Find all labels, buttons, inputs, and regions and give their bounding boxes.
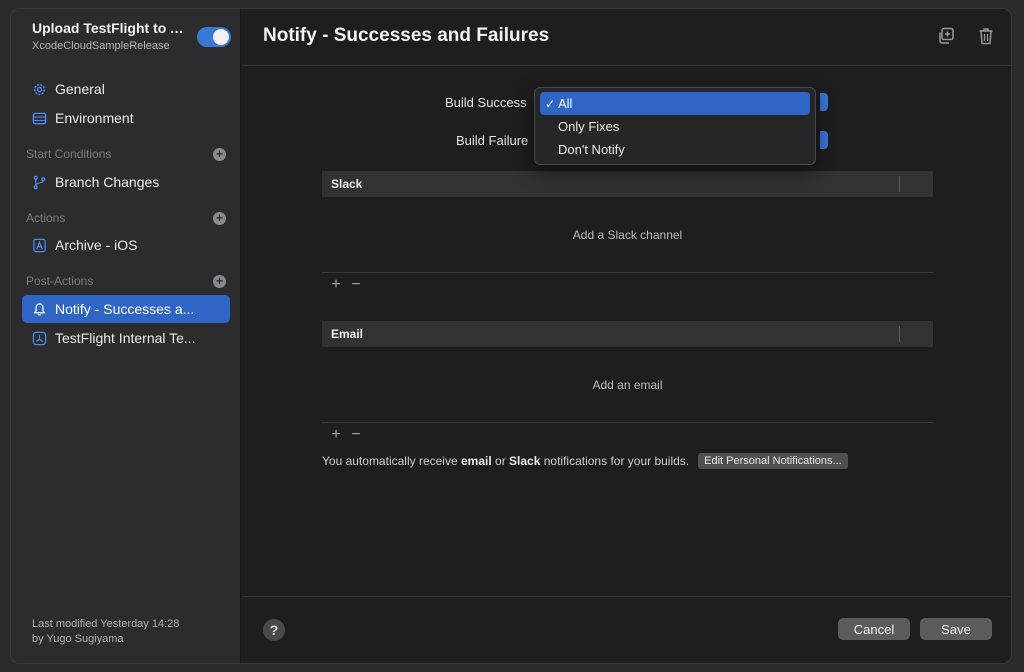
sidebar-item-label: Environment: [55, 110, 134, 126]
content-header: Notify - Successes and Failures: [242, 9, 1011, 66]
trash-icon[interactable]: [976, 26, 998, 48]
last-modified-info: Last modified Yesterday 14:28 by Yugo Su…: [32, 617, 179, 647]
email-panel-header: Email: [322, 321, 933, 347]
section-start-conditions: Start Conditions +: [26, 145, 226, 163]
content-footer: ? Cancel Save: [242, 596, 1011, 663]
workflow-title: Upload TestFlight to A...: [32, 20, 184, 36]
add-email-button[interactable]: +: [330, 426, 342, 444]
slack-empty-state: Add a Slack channel: [322, 197, 933, 273]
column-divider: [899, 176, 900, 192]
email-panel: Email Add an email + −: [322, 321, 933, 444]
add-post-action-button[interactable]: +: [213, 274, 226, 288]
section-title: Start Conditions: [26, 147, 112, 161]
email-empty-state: Add an email: [322, 347, 933, 423]
section-title: Actions: [26, 211, 66, 225]
menu-item-label: Don't Notify: [558, 142, 625, 157]
save-button[interactable]: Save: [920, 618, 992, 640]
environment-icon: [31, 110, 47, 126]
menu-item-all[interactable]: ✓ All: [540, 92, 810, 115]
toggle-knob: [213, 29, 229, 45]
add-start-condition-button[interactable]: +: [213, 147, 226, 161]
footnote-or: or: [495, 454, 506, 468]
edit-personal-notifications-button[interactable]: Edit Personal Notifications...: [698, 453, 848, 469]
slack-header-label: Slack: [331, 177, 363, 191]
section-actions: Actions +: [26, 209, 226, 227]
sidebar-item-label: General: [55, 81, 105, 97]
build-success-popup-edge[interactable]: [820, 93, 828, 111]
checkmark-icon: ✓: [545, 96, 556, 111]
remove-slack-button[interactable]: −: [350, 276, 362, 294]
help-button[interactable]: ?: [263, 619, 285, 641]
sidebar: Upload TestFlight to A... XcodeCloudSamp…: [11, 9, 241, 663]
slack-add-remove: + −: [322, 276, 933, 294]
sidebar-item-general[interactable]: General: [22, 75, 230, 103]
notification-footnote: You automatically receive email or Slack…: [322, 453, 848, 469]
workflow-enabled-toggle[interactable]: [197, 27, 231, 47]
section-post-actions: Post-Actions +: [26, 272, 226, 290]
bell-icon: [31, 301, 47, 317]
sidebar-item-label: Archive - iOS: [55, 237, 138, 253]
page-title: Notify - Successes and Failures: [263, 25, 550, 46]
footnote-part2: notifications for your builds.: [543, 454, 690, 468]
section-title: Post-Actions: [26, 274, 94, 288]
sidebar-item-label: TestFlight Internal Te...: [55, 330, 196, 346]
build-failure-label: Build Failure: [456, 133, 529, 148]
email-add-remove: + −: [322, 426, 933, 444]
cancel-button[interactable]: Cancel: [838, 618, 910, 640]
testflight-icon: [31, 330, 47, 346]
workflow-editor-window: Upload TestFlight to A... XcodeCloudSamp…: [10, 8, 1012, 664]
menu-item-only-fixes[interactable]: Only Fixes: [540, 115, 810, 138]
menu-item-dont-notify[interactable]: Don't Notify: [540, 138, 810, 161]
sidebar-item-label: Branch Changes: [55, 174, 160, 190]
sidebar-item-testflight[interactable]: TestFlight Internal Te...: [22, 324, 230, 352]
last-modified-author: by Yugo Sugiyama: [32, 633, 124, 645]
sidebar-item-archive-ios[interactable]: Archive - iOS: [22, 231, 230, 259]
archive-icon: [31, 237, 47, 253]
menu-item-label: Only Fixes: [558, 119, 620, 134]
gear-icon: [31, 81, 47, 97]
build-success-label: Build Success: [445, 95, 527, 110]
sidebar-item-branch-changes[interactable]: Branch Changes: [22, 168, 230, 196]
menu-item-label: All: [558, 96, 573, 111]
remove-email-button[interactable]: −: [350, 426, 362, 444]
add-slack-button[interactable]: +: [330, 276, 342, 294]
column-divider: [899, 326, 900, 342]
footnote-slack: Slack: [509, 454, 541, 468]
duplicate-icon[interactable]: [936, 26, 958, 48]
sidebar-item-environment[interactable]: Environment: [22, 104, 230, 132]
build-success-dropdown-menu: ✓ All Only Fixes Don't Notify: [534, 87, 816, 165]
last-modified-date: Last modified Yesterday 14:28: [32, 618, 180, 630]
footnote-part1: You automatically receive: [322, 454, 458, 468]
slack-panel-header: Slack: [322, 171, 933, 197]
footnote-email: email: [460, 454, 492, 468]
build-failure-popup[interactable]: [820, 131, 828, 149]
branch-icon: [31, 174, 47, 190]
slack-panel: Slack Add a Slack channel + −: [322, 171, 933, 294]
sidebar-item-notify[interactable]: Notify - Successes a...: [22, 295, 230, 323]
sidebar-item-label: Notify - Successes a...: [55, 301, 195, 317]
email-header-label: Email: [331, 327, 364, 341]
add-action-button[interactable]: +: [213, 211, 226, 225]
